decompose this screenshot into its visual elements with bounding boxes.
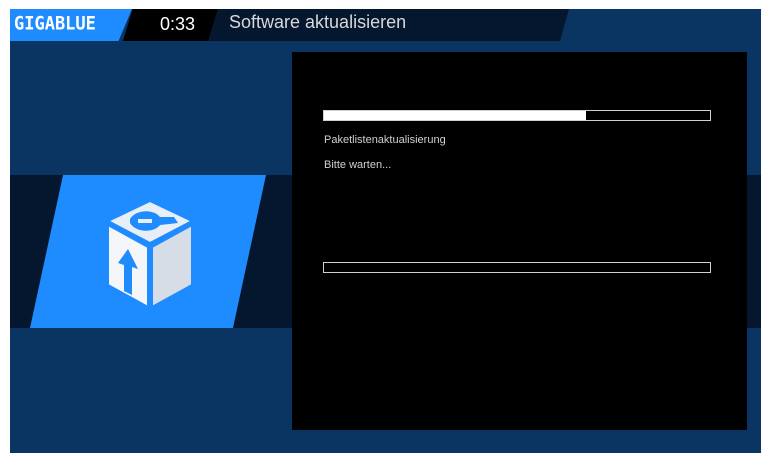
secondary-progress-bar bbox=[323, 262, 711, 273]
top-bar: GIGABLUE 0:33 Software aktualisieren bbox=[10, 9, 570, 41]
software-update-screen: GIGABLUE 0:33 Software aktualisieren Pak… bbox=[10, 9, 761, 453]
page-title: Software aktualisieren bbox=[229, 12, 407, 32]
logo-text: GIGABLUE bbox=[14, 13, 96, 35]
main-progress-bar bbox=[323, 110, 711, 121]
update-panel: Paketlistenaktualisierung Bitte warten..… bbox=[292, 52, 747, 430]
software-update-cube-icon bbox=[105, 199, 195, 309]
main-progress-fill bbox=[324, 111, 587, 120]
clock: 0:33 bbox=[160, 14, 196, 34]
wait-text: Bitte warten... bbox=[324, 159, 392, 171]
status-text: Paketlistenaktualisierung bbox=[324, 134, 446, 146]
